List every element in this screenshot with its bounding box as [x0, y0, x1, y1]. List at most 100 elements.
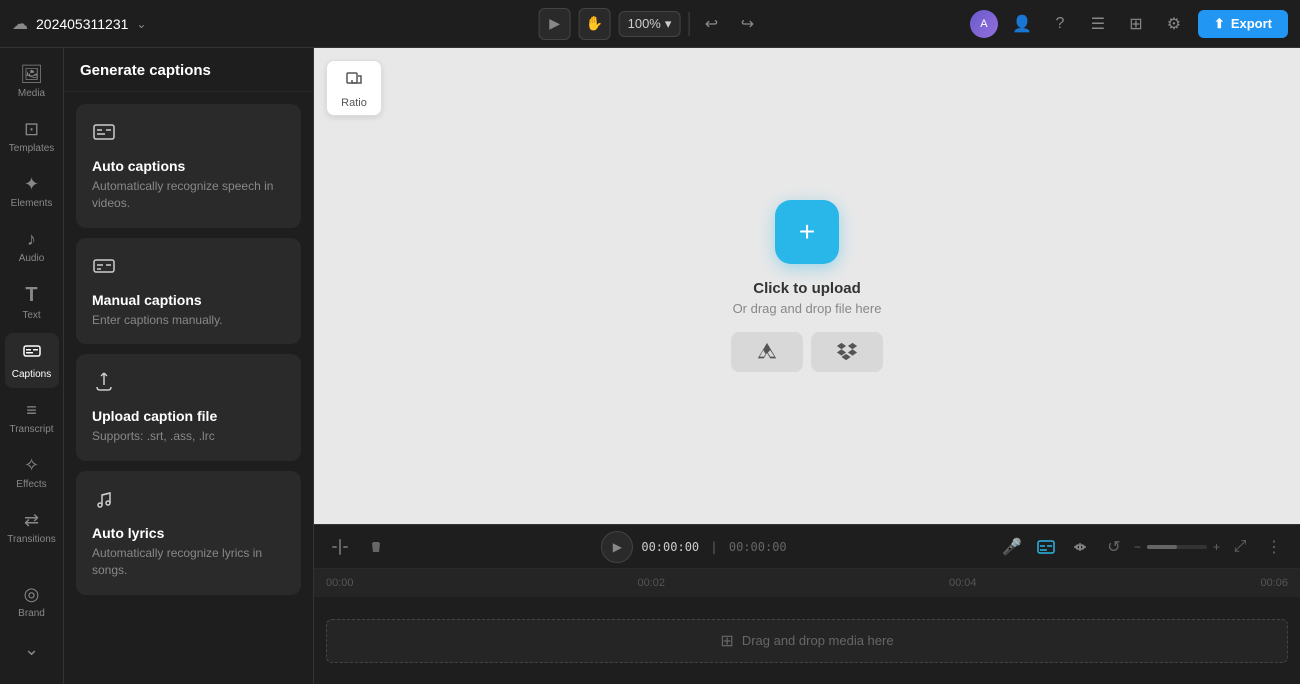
timeline-split-icon[interactable]: [326, 533, 354, 561]
auto-lyrics-card[interactable]: Auto lyrics Automatically recognize lyri…: [76, 471, 301, 595]
sidebar-item-transitions[interactable]: ⇄ Transitions: [5, 502, 59, 553]
dropbox-button[interactable]: [811, 332, 883, 372]
templates-icon: ⊡: [24, 119, 39, 140]
user-icon-button[interactable]: 👤: [1008, 10, 1036, 38]
loop-icon[interactable]: ↺: [1100, 533, 1128, 561]
export-icon: ⬆: [1214, 16, 1225, 32]
ruler-mark-3: 00:06: [1260, 577, 1288, 589]
divider: [688, 12, 689, 36]
main-layout: 🖼 Media ⊡ Templates ✦ Elements ♪ Audio T…: [0, 48, 1300, 684]
zoom-slider[interactable]: [1147, 545, 1207, 549]
auto-lyrics-icon: [92, 487, 285, 517]
panel-content: Auto captions Automatically recognize sp…: [64, 92, 313, 684]
auto-captions-icon: [92, 120, 285, 150]
export-label: Export: [1231, 16, 1272, 31]
hand-tool-button[interactable]: ✋: [579, 8, 611, 40]
more-icon: ⌄: [24, 639, 39, 660]
elements-icon: ✦: [24, 174, 39, 195]
zoom-level: 100%: [628, 16, 661, 31]
settings-icon-button[interactable]: ⚙: [1160, 10, 1188, 38]
timeline-tracks: ⊞ Drag and drop media here: [314, 597, 1300, 684]
auto-lyrics-title: Auto lyrics: [92, 525, 285, 541]
layout-icon-button[interactable]: ⊞: [1122, 10, 1150, 38]
media-drop-zone[interactable]: ⊞ Drag and drop media here: [326, 619, 1288, 663]
redo-button[interactable]: ↪: [733, 10, 761, 38]
canvas-center: + Click to upload Or drag and drop file …: [314, 48, 1300, 524]
manual-captions-desc: Enter captions manually.: [92, 312, 285, 329]
upload-button[interactable]: +: [775, 200, 839, 264]
sidebar-item-brand[interactable]: ◎ Brand: [5, 576, 59, 627]
total-time: 00:00:00: [729, 540, 787, 554]
effects-icon: ✧: [24, 455, 39, 476]
ruler-mark-2: 00:04: [949, 577, 977, 589]
text-icon: T: [25, 284, 37, 307]
audio-split-icon[interactable]: [1066, 533, 1094, 561]
sidebar-item-more[interactable]: ⌄: [5, 631, 59, 668]
upload-caption-icon: [92, 370, 285, 400]
auto-captions-title: Auto captions: [92, 158, 285, 174]
cloud-icon: ☁: [12, 14, 28, 34]
sidebar-item-transcript[interactable]: ≡ Transcript: [5, 392, 59, 443]
fullscreen-icon[interactable]: ⤢: [1226, 533, 1254, 561]
sidebar-item-label-transitions: Transitions: [7, 534, 56, 545]
zoom-out-icon[interactable]: −: [1134, 540, 1141, 554]
avatar: A: [970, 10, 998, 38]
timeline-time: 00:00:00 | 00:00:00: [641, 540, 786, 554]
panel-header: Generate captions: [64, 48, 313, 92]
sidebar-item-effects[interactable]: ✧ Effects: [5, 447, 59, 498]
sidebar-item-label-transcript: Transcript: [9, 424, 53, 435]
ratio-button[interactable]: Ratio: [326, 60, 382, 116]
panel-resize-handle[interactable]: [309, 48, 313, 684]
sidebar-item-templates[interactable]: ⊡ Templates: [5, 111, 59, 162]
ratio-icon: [344, 68, 364, 93]
current-time: 00:00:00: [641, 540, 699, 554]
ruler-mark-0: 00:00: [326, 577, 354, 589]
drop-zone-text: Drag and drop media here: [742, 633, 894, 648]
sidebar-item-audio[interactable]: ♪ Audio: [5, 221, 59, 272]
icon-sidebar: 🖼 Media ⊡ Templates ✦ Elements ♪ Audio T…: [0, 48, 64, 684]
audio-icon: ♪: [27, 229, 36, 250]
timeline-right-icons: 🎤: [998, 533, 1288, 561]
sidebar-item-captions[interactable]: Captions: [5, 333, 59, 388]
transitions-icon: ⇄: [24, 510, 39, 531]
help-icon-button[interactable]: ?: [1046, 10, 1074, 38]
export-button[interactable]: ⬆ Export: [1198, 10, 1288, 38]
sidebar-item-label-templates: Templates: [9, 143, 55, 154]
captions-timeline-icon[interactable]: [1032, 533, 1060, 561]
zoom-in-icon[interactable]: +: [1213, 540, 1220, 554]
manual-captions-icon: [92, 254, 285, 284]
sidebar-item-media[interactable]: 🖼 Media: [5, 56, 59, 107]
mic-icon[interactable]: 🎤: [998, 533, 1026, 561]
play-button[interactable]: ▶: [539, 8, 571, 40]
overflow-icon[interactable]: ⋮: [1260, 533, 1288, 561]
timeline-play-button[interactable]: ▶: [601, 531, 633, 563]
sidebar-item-text[interactable]: T Text: [5, 276, 59, 329]
google-drive-button[interactable]: [731, 332, 803, 372]
auto-captions-card[interactable]: Auto captions Automatically recognize sp…: [76, 104, 301, 228]
panel-title: Generate captions: [80, 62, 211, 79]
drop-zone-icon: ⊞: [720, 631, 733, 651]
zoom-control[interactable]: 100% ▾: [619, 11, 681, 37]
sidebar-item-label-elements: Elements: [11, 198, 53, 209]
panel: Generate captions Auto captions Automati…: [64, 48, 314, 684]
manual-captions-card[interactable]: Manual captions Enter captions manually.: [76, 238, 301, 345]
topbar: ☁ 202405311231 ⌄ ▶ ✋ 100% ▾ ↩ ↪ A 👤 ? ☰ …: [0, 0, 1300, 48]
upload-sub-text: Or drag and drop file here: [733, 301, 882, 316]
sidebar-item-label-audio: Audio: [19, 253, 45, 264]
upload-caption-card[interactable]: Upload caption file Supports: .srt, .ass…: [76, 354, 301, 461]
timeline-delete-icon[interactable]: [362, 533, 390, 561]
brand-icon: ◎: [24, 584, 40, 605]
sidebar-item-label-media: Media: [18, 88, 45, 99]
transcript-icon: ≡: [26, 400, 37, 421]
undo-button[interactable]: ↩: [697, 10, 725, 38]
sidebar-item-label-effects: Effects: [16, 479, 46, 490]
ratio-label: Ratio: [341, 97, 367, 109]
topbar-left: ☁ 202405311231 ⌄: [12, 14, 962, 34]
sidebar-item-elements[interactable]: ✦ Elements: [5, 166, 59, 217]
topbar-center: ▶ ✋ 100% ▾ ↩ ↪: [539, 8, 762, 40]
manual-captions-title: Manual captions: [92, 292, 285, 308]
zoom-dropdown-icon: ▾: [665, 16, 672, 32]
sidebar-item-label-text: Text: [22, 310, 40, 321]
dropdown-arrow-icon[interactable]: ⌄: [136, 17, 146, 31]
layers-icon-button[interactable]: ☰: [1084, 10, 1112, 38]
